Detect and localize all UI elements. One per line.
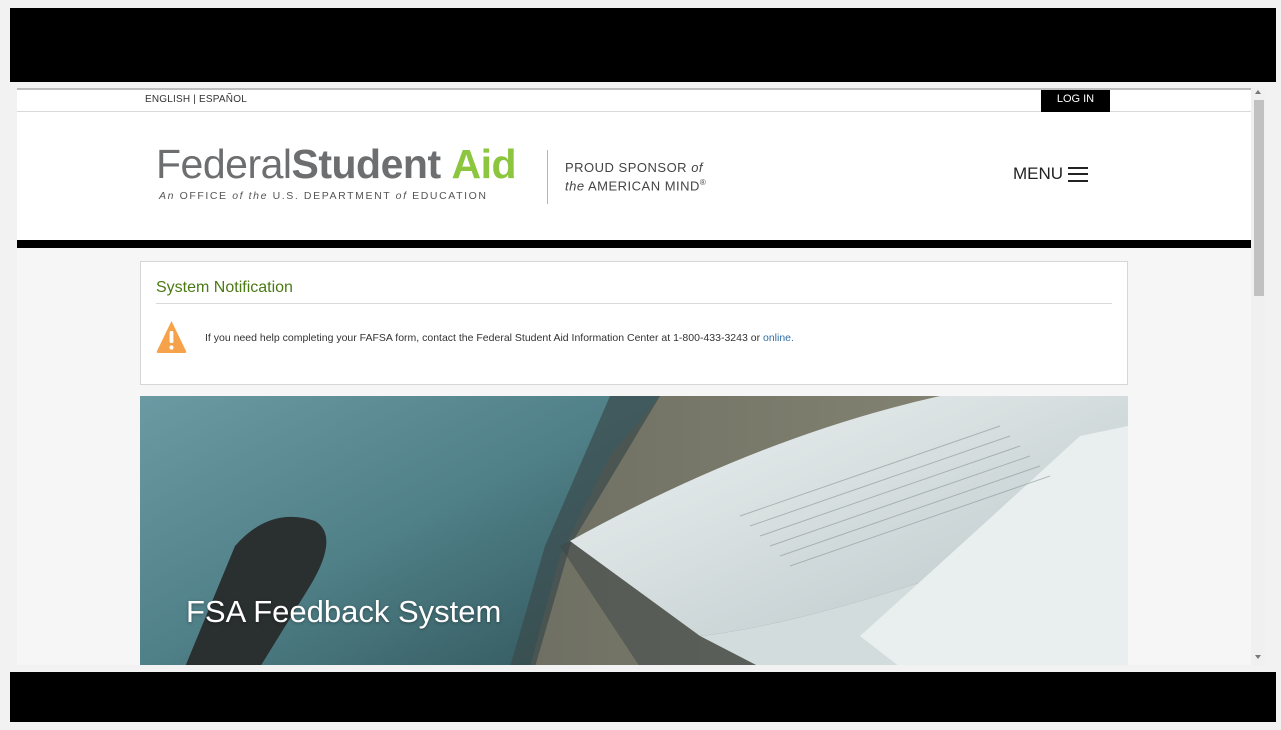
menu-button[interactable]: MENU bbox=[1013, 164, 1089, 184]
logo-tagline: An OFFICE of the U.S. DEPARTMENT of EDUC… bbox=[159, 190, 488, 202]
fsa-logo[interactable]: FederalStudent Aid bbox=[156, 141, 517, 187]
login-button[interactable]: LOG IN bbox=[1041, 90, 1110, 112]
language-switcher[interactable]: ENGLISH | ESPAÑOL bbox=[145, 94, 247, 105]
page: ENGLISH | ESPAÑOL LOG IN FederalStudent … bbox=[0, 0, 1281, 730]
online-link[interactable]: online. bbox=[763, 332, 794, 344]
scroll-thumb[interactable] bbox=[1254, 100, 1264, 296]
tagline-part: EDUCATION bbox=[407, 190, 488, 202]
scroll-down-arrow-icon[interactable] bbox=[1255, 655, 1261, 659]
sponsor-part: of bbox=[691, 160, 704, 175]
hero-title: FSA Feedback System bbox=[186, 594, 502, 629]
site-header: FederalStudent Aid An OFFICE of the U.S.… bbox=[17, 112, 1251, 240]
logo-divider bbox=[547, 150, 548, 204]
sponsor-part: the bbox=[565, 178, 585, 194]
notification-title: System Notification bbox=[156, 279, 293, 296]
utility-bar: ENGLISH | ESPAÑOL LOG IN bbox=[17, 90, 1251, 112]
tagline-part: An bbox=[159, 190, 180, 202]
logo-student: Student bbox=[291, 141, 442, 187]
registered-mark: ® bbox=[699, 178, 707, 187]
hamburger-menu-icon bbox=[1068, 166, 1089, 182]
redacted-region-top bbox=[10, 8, 1276, 82]
sponsor-text: PROUD SPONSOR of the AMERICAN MIND® bbox=[565, 160, 706, 193]
sponsor-part: AMERICAN MIND bbox=[584, 178, 700, 194]
menu-label: MENU bbox=[1013, 164, 1064, 183]
tagline-part: OFFICE bbox=[179, 190, 233, 202]
scroll-up-arrow-icon[interactable] bbox=[1255, 90, 1261, 94]
hero-banner: FSA Feedback System bbox=[140, 396, 1128, 665]
tagline-part: U.S. DEPARTMENT bbox=[268, 190, 396, 202]
logo-federal: Federal bbox=[156, 141, 292, 187]
redacted-region-bottom bbox=[10, 672, 1276, 722]
notification-divider bbox=[156, 303, 1112, 304]
system-notification: System Notification If you need help com… bbox=[140, 261, 1128, 385]
sponsor-part: PROUD SPONSOR bbox=[565, 160, 692, 175]
tagline-part: of the bbox=[232, 190, 269, 202]
tagline-part: of bbox=[395, 190, 408, 202]
notification-message: If you need help completing your FAFSA f… bbox=[205, 332, 794, 344]
browser-viewport: ENGLISH | ESPAÑOL LOG IN FederalStudent … bbox=[17, 88, 1251, 665]
warning-icon bbox=[156, 321, 187, 353]
logo-aid: Aid bbox=[451, 141, 517, 187]
vertical-scrollbar[interactable] bbox=[1251, 88, 1266, 665]
notification-text: If you need help completing your FAFSA f… bbox=[205, 332, 763, 344]
header-divider bbox=[17, 240, 1251, 248]
